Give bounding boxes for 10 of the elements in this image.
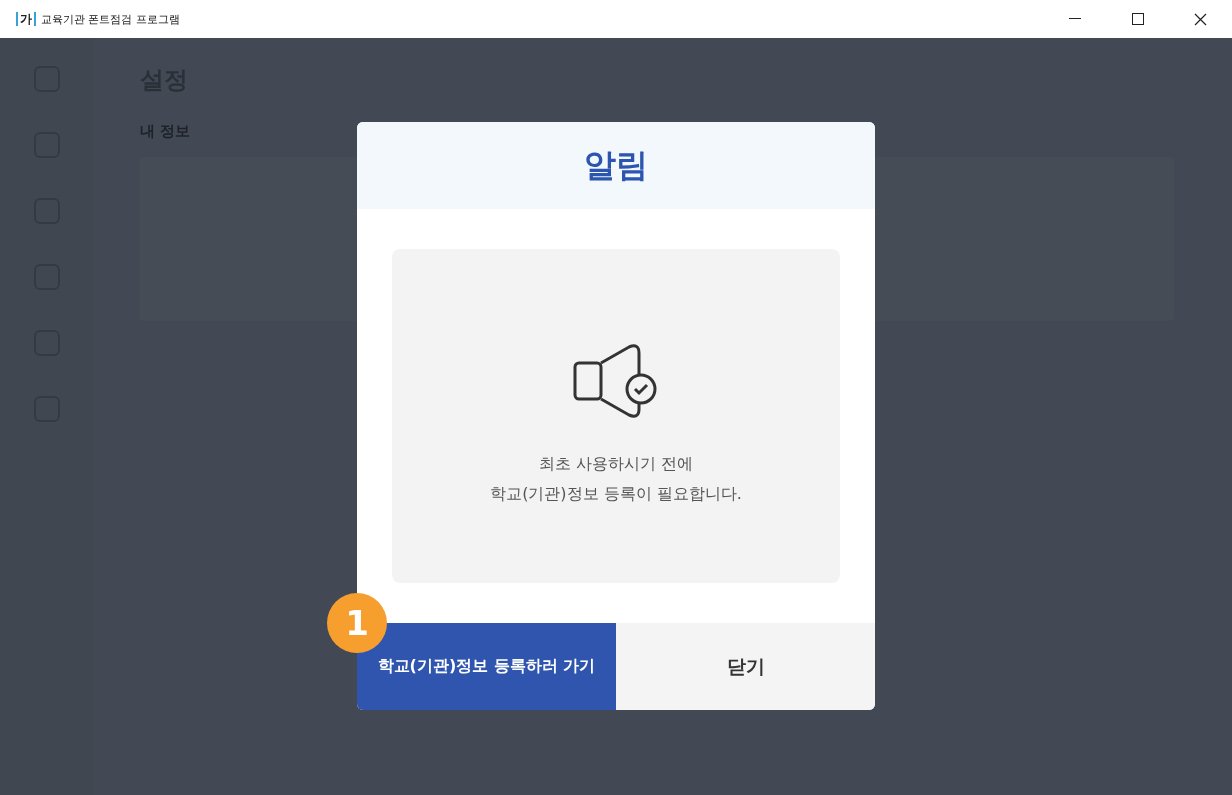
minimize-icon	[1068, 18, 1081, 20]
close-dialog-button[interactable]: 닫기	[616, 623, 875, 710]
dialog-message: 최초 사용하시기 전에 학교(기관)정보 등록이 필요합니다.	[490, 453, 742, 505]
dialog-title: 알림	[584, 144, 648, 186]
speaker-check-icon	[573, 343, 659, 419]
app-logo: 가	[16, 12, 36, 26]
window-title: 교육기관 폰트점검 프로그램	[41, 11, 181, 27]
close-icon	[1194, 12, 1207, 26]
step-badge: 1	[327, 593, 387, 653]
maximize-icon	[1131, 13, 1144, 25]
